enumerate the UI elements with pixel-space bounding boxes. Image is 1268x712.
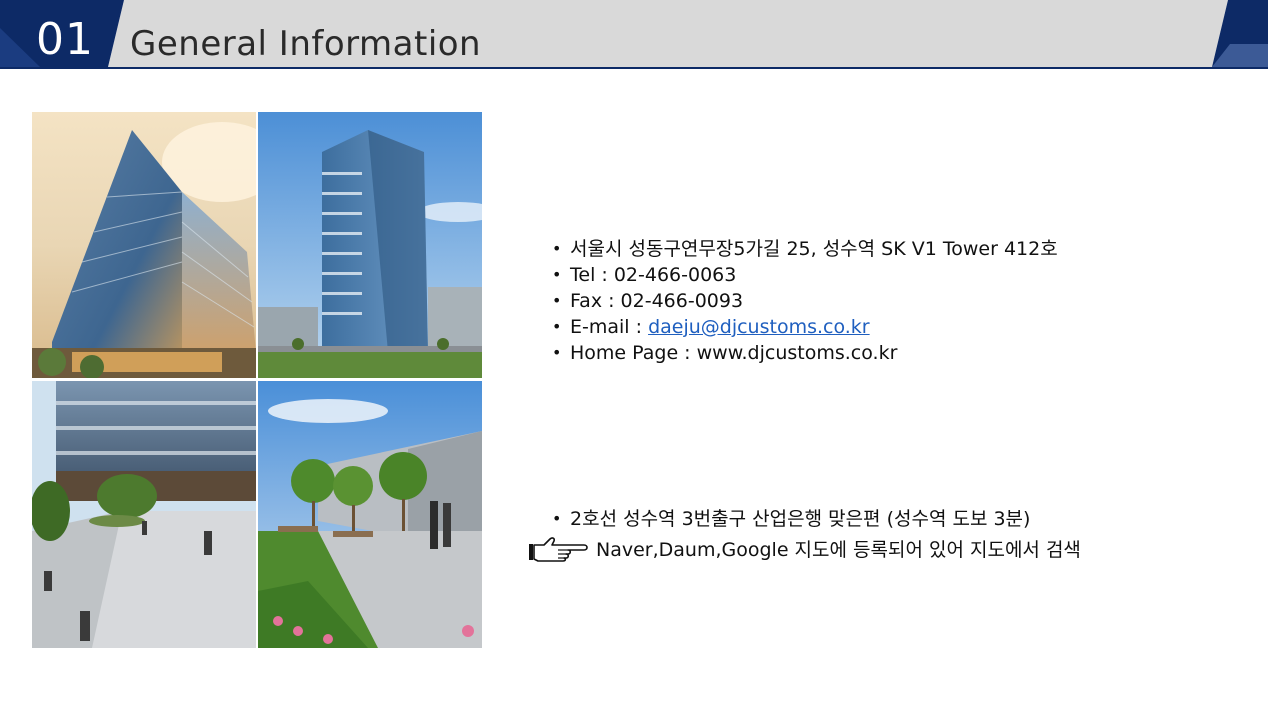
building-photo-2 [258, 112, 482, 378]
tel-text: Tel : 02-466-0063 [570, 264, 737, 286]
fax-item: Fax : 02-466-0093 [552, 288, 1058, 314]
email-label: E-mail : [570, 316, 649, 338]
subway-text: 2호선 성수역 3번출구 산업은행 맞은편 (성수역 도보 3분) [570, 508, 1031, 530]
pointing-hand-icon [529, 537, 588, 562]
email-item: E-mail : daeju@djcustoms.co.kr [552, 314, 1058, 340]
garden-photo [258, 381, 482, 648]
subway-item: 2호선 성수역 3번출구 산업은행 맞은편 (성수역 도보 3분) [552, 506, 1030, 532]
header-band: 01 General Information [0, 0, 1268, 70]
slide: 01 General Information • 서울시 성동구연무장5가길 2… [0, 0, 1268, 712]
address-item: 서울시 성동구연무장5가길 25, 성수역 SK V1 Tower 412호 [552, 236, 1058, 262]
homepage-text: Home Page : www.djcustoms.co.kr [570, 342, 898, 364]
contact-info-list: 서울시 성동구연무장5가길 25, 성수역 SK V1 Tower 412호 T… [552, 236, 1058, 366]
map-note-text: Naver,Daum,Google 지도에 등록되어 있어 지도에서 검색 [596, 538, 1081, 561]
building-photo-1 [32, 112, 256, 378]
tel-item: Tel : 02-466-0063 [552, 262, 1058, 288]
fax-text: Fax : 02-466-0093 [570, 290, 744, 312]
address-text: 서울시 성동구연무장5가길 25, 성수역 SK V1 Tower 412호 [570, 238, 1058, 260]
email-link[interactable]: daeju@djcustoms.co.kr [648, 316, 870, 338]
directions-list: 2호선 성수역 3번출구 산업은행 맞은편 (성수역 도보 3분) [552, 506, 1030, 532]
plaza-photo [32, 381, 256, 648]
section-number: 01 [36, 14, 94, 65]
map-note: Naver,Daum,Google 지도에 등록되어 있어 지도에서 검색 [528, 533, 1081, 563]
homepage-item: Home Page : www.djcustoms.co.kr [552, 340, 1058, 366]
page-title: General Information [130, 24, 482, 64]
